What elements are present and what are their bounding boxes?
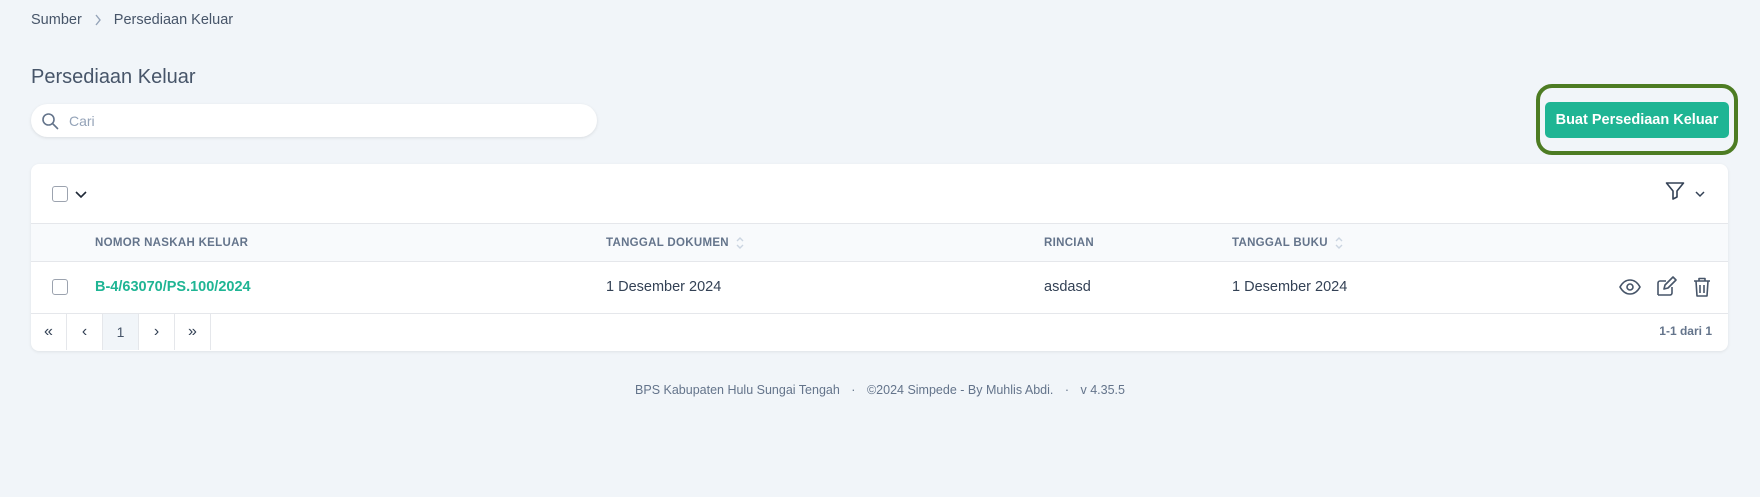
chevron-right-icon (94, 14, 102, 26)
create-persediaan-keluar-button[interactable]: Buat Persediaan Keluar (1545, 101, 1729, 138)
column-label: TANGGAL DOKUMEN (606, 236, 729, 249)
footer-version: v 4.35.5 (1080, 383, 1125, 397)
filter-icon[interactable] (1664, 180, 1686, 207)
column-header-tanggal-dokumen[interactable]: TANGGAL DOKUMEN (606, 235, 745, 251)
pagination-summary: 1-1 dari 1 (1659, 324, 1712, 338)
column-label: TANGGAL BUKU (1232, 236, 1328, 249)
filter-dropdown[interactable] (1664, 180, 1706, 207)
chevron-down-icon[interactable] (74, 187, 88, 201)
search-input[interactable] (69, 112, 549, 129)
row-tanggal-dokumen: 1 Desember 2024 (606, 279, 722, 295)
search-box (31, 104, 597, 137)
pagination-page-1[interactable]: 1 (103, 314, 139, 350)
edit-icon[interactable] (1654, 275, 1678, 299)
footer-org: BPS Kabupaten Hulu Sungai Tengah (635, 383, 840, 397)
breadcrumb-item-sumber[interactable]: Sumber (31, 12, 82, 28)
select-all-checkbox[interactable] (52, 185, 68, 202)
pagination-first-button[interactable]: « (31, 314, 67, 350)
pagination-next-button[interactable]: › (139, 314, 175, 350)
footer-separator: · (851, 383, 856, 397)
row-actions (1618, 275, 1714, 299)
column-label: NOMOR NASKAH KELUAR (95, 236, 249, 249)
row-nomor-link[interactable]: B-4/63070/PS.100/2024 (95, 279, 251, 295)
table-header: NOMOR NASKAH KELUAR TANGGAL DOKUMEN RINC… (31, 224, 1728, 262)
column-label: RINCIAN (1044, 236, 1095, 249)
create-button-highlight: Buat Persediaan Keluar (1536, 84, 1738, 155)
pagination: « ‹ 1 › » 1-1 dari 1 (31, 314, 1728, 350)
eye-icon[interactable] (1618, 275, 1642, 299)
search-icon (41, 112, 59, 130)
sort-icon[interactable] (735, 235, 745, 251)
pagination-prev-button[interactable]: ‹ (67, 314, 103, 350)
row-checkbox[interactable] (52, 279, 68, 295)
pagination-last-button[interactable]: » (175, 314, 211, 350)
breadcrumb: Sumber Persediaan Keluar (31, 12, 233, 28)
resource-table-card: NOMOR NASKAH KELUAR TANGGAL DOKUMEN RINC… (31, 164, 1728, 351)
sort-icon[interactable] (1334, 235, 1344, 251)
table-toolbar (31, 164, 1728, 224)
footer-separator: · (1064, 383, 1069, 397)
column-header-nomor: NOMOR NASKAH KELUAR (95, 237, 248, 249)
footer-copyright: ©2024 Simpede - By Muhlis Abdi. (866, 383, 1054, 397)
row-rincian: asdasd (1044, 279, 1091, 295)
column-header-tanggal-buku[interactable]: TANGGAL BUKU (1232, 235, 1344, 251)
breadcrumb-item-current: Persediaan Keluar (113, 12, 234, 28)
row-tanggal-buku: 1 Desember 2024 (1232, 279, 1348, 295)
column-header-rincian: RINCIAN (1044, 237, 1094, 249)
page-title: Persediaan Keluar (31, 66, 196, 88)
trash-icon[interactable] (1690, 275, 1714, 299)
chevron-down-icon[interactable] (1694, 188, 1706, 200)
footer: BPS Kabupaten Hulu Sungai Tengah · ©2024… (0, 383, 1760, 397)
table-row: B-4/63070/PS.100/2024 1 Desember 2024 as… (31, 262, 1728, 314)
